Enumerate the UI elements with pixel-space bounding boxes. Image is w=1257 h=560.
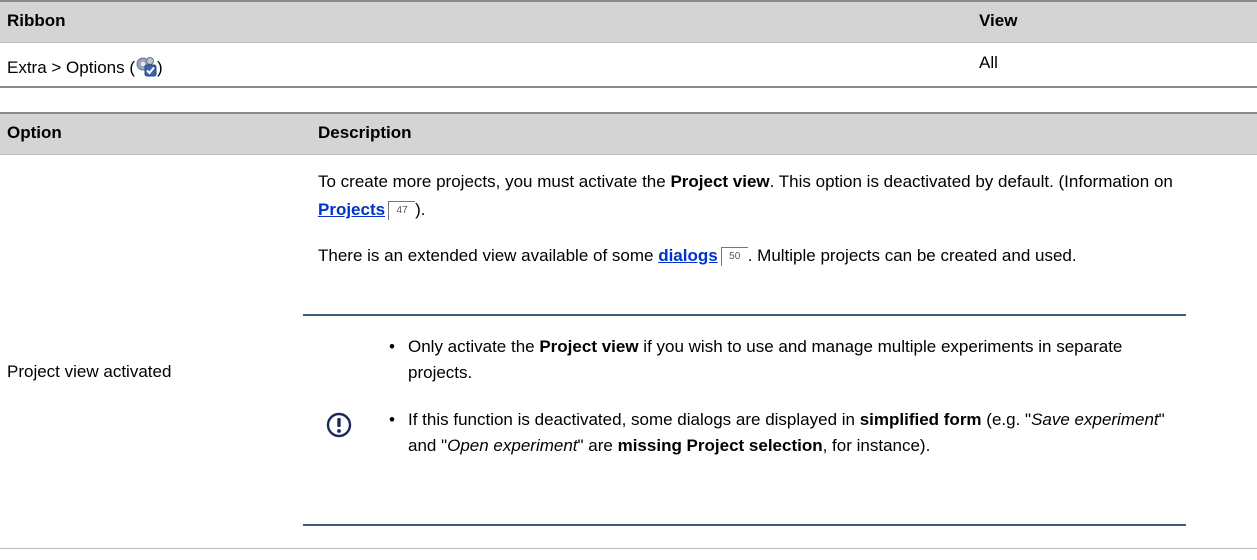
para2-text-2: . Multiple projects can be created and u… xyxy=(747,246,1077,265)
para2-text: There is an extended view available of s… xyxy=(318,246,659,265)
page-ref-number: 47 xyxy=(396,205,408,216)
note2-text-4: " are xyxy=(577,436,618,455)
note2-text: If this function is deactivated, some di… xyxy=(408,410,860,429)
options-gear-icon xyxy=(135,55,157,77)
view-value: All xyxy=(979,53,998,72)
table2-header: Option Description xyxy=(0,114,1257,154)
note2-text-5: , for instance). xyxy=(822,436,931,455)
note2-bold: simplified form xyxy=(859,410,982,429)
description-paragraph-2: There is an extended view available of s… xyxy=(318,242,1208,270)
para1-text: To create more projects, you must activa… xyxy=(318,172,671,191)
note-bottom-rule xyxy=(303,524,1186,526)
page-ref-number: 50 xyxy=(729,251,741,262)
page-ref-projects[interactable]: 47 xyxy=(388,201,416,220)
note-top-rule xyxy=(303,314,1186,316)
para1-text-3: ). xyxy=(415,200,426,219)
projects-link[interactable]: Projects xyxy=(318,200,385,219)
page-ref-dialogs[interactable]: 50 xyxy=(720,247,748,266)
note-list: Only activate the Project view if you wi… xyxy=(385,334,1165,459)
ribbon-path: Extra > Options ( ) xyxy=(7,55,163,78)
header-description: Description xyxy=(318,123,412,142)
header-view: View xyxy=(979,11,1018,30)
note1-text: Only activate the xyxy=(408,337,540,356)
table2-header-rule xyxy=(0,154,1257,155)
dialogs-link[interactable]: dialogs xyxy=(658,246,718,265)
note-item-1: Only activate the Project view if you wi… xyxy=(385,334,1165,386)
ribbon-path-suffix: ) xyxy=(157,58,163,77)
header-option: Option xyxy=(7,123,62,142)
ribbon-path-prefix: Extra > Options ( xyxy=(7,58,136,77)
note2-text-2: (e.g. " xyxy=(981,410,1032,429)
table1-bottom-rule xyxy=(0,86,1257,88)
table1-row: Extra > Options ( ) All xyxy=(0,43,1257,86)
note1-bold: Project view xyxy=(539,337,639,356)
table1-header: Ribbon View xyxy=(0,2,1257,42)
header-ribbon: Ribbon xyxy=(7,11,66,30)
table2-bottom-rule xyxy=(0,548,1257,549)
para1-bold: Project view xyxy=(670,172,770,191)
note-body: Only activate the Project view if you wi… xyxy=(0,334,1257,514)
note-item-2: If this function is deactivated, some di… xyxy=(385,407,1165,459)
note2-italic-2: Open experiment xyxy=(447,436,578,455)
note2-bold-2: missing Project selection xyxy=(617,436,823,455)
note2-italic: Save experiment xyxy=(1031,410,1159,429)
description-paragraph-1: To create more projects, you must activa… xyxy=(318,168,1208,224)
para1-text-2: . This option is deactivated by default.… xyxy=(769,172,1173,191)
